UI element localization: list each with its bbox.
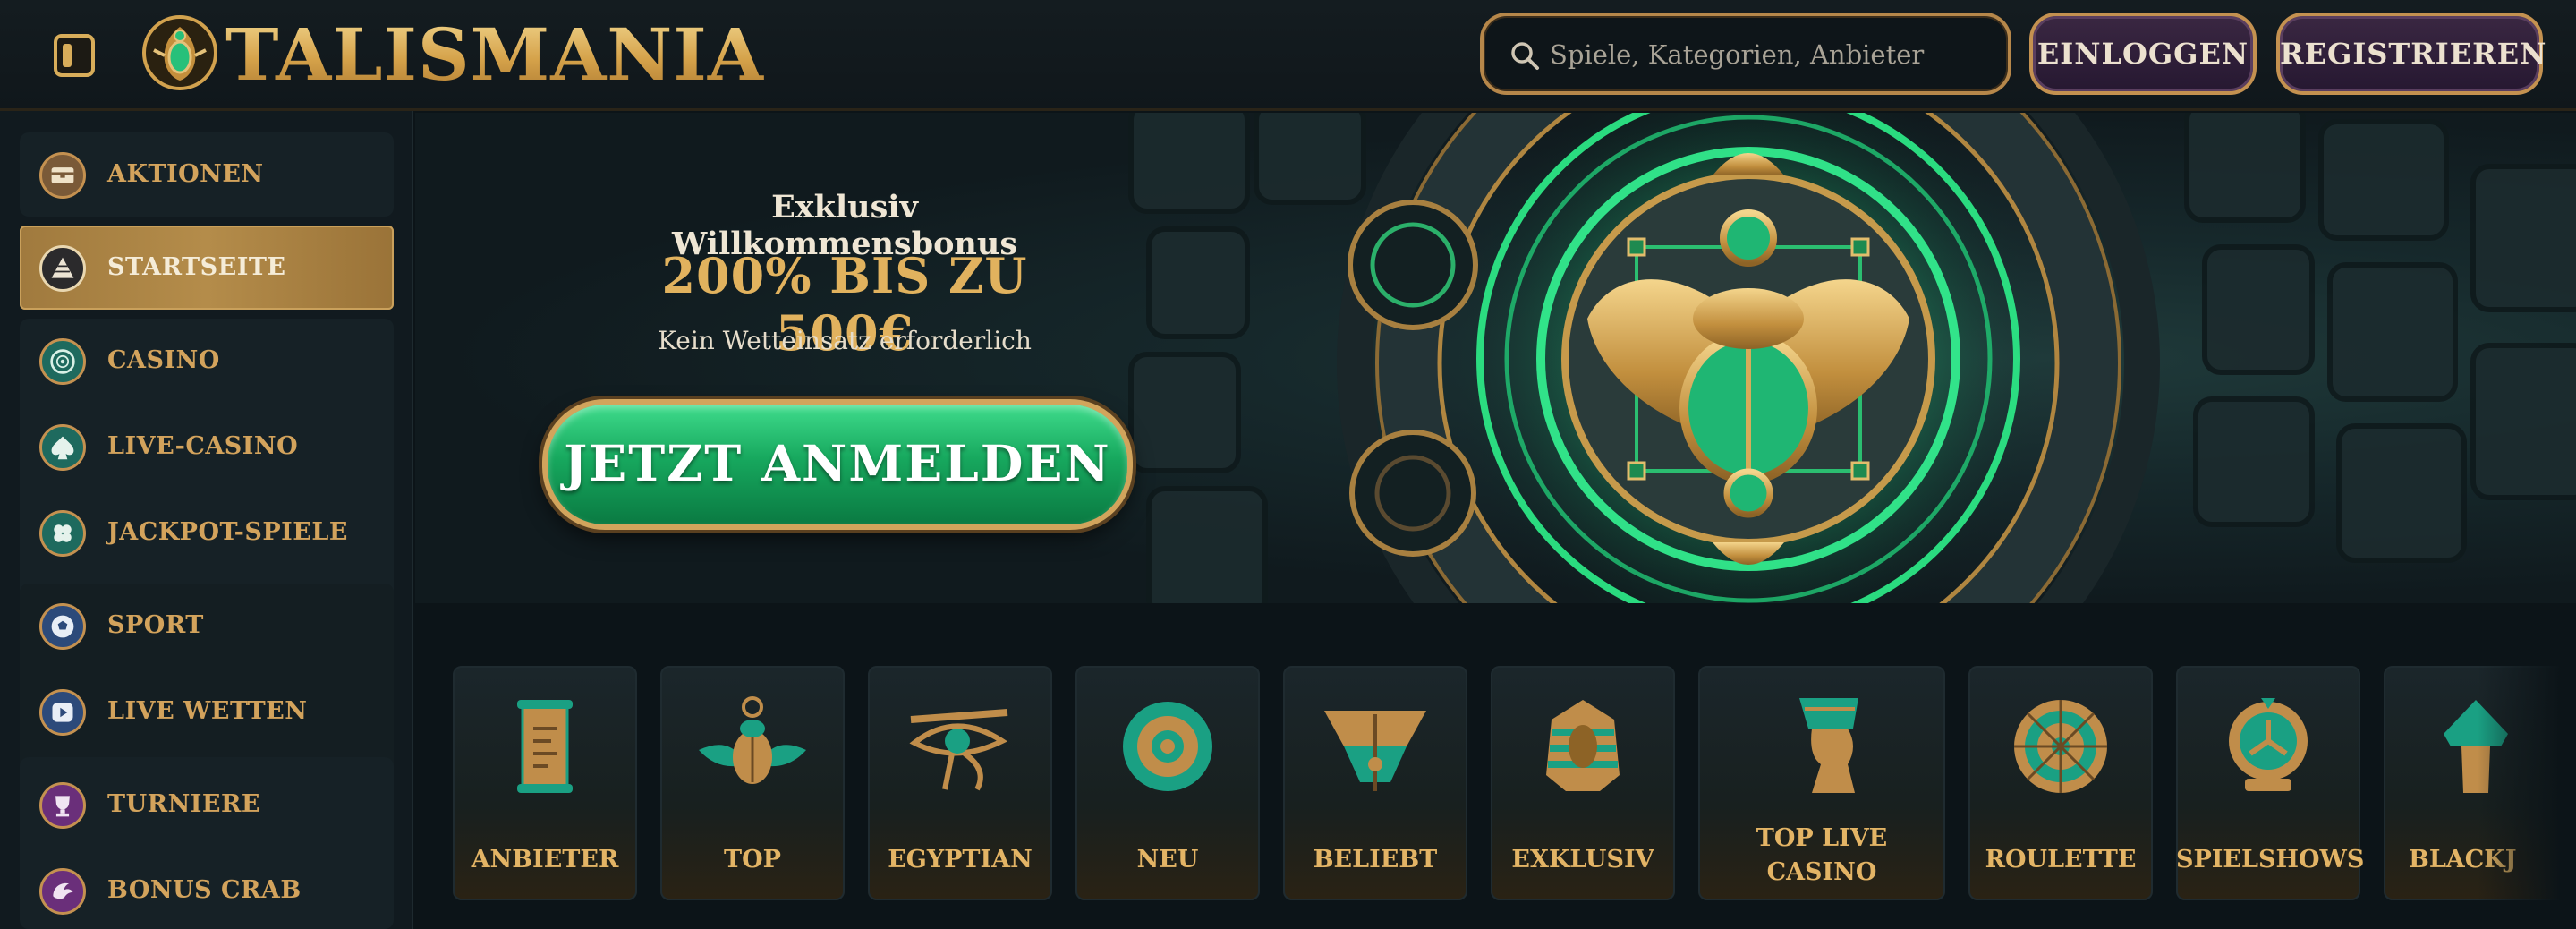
sidebar-item-label: STARTSEITE	[107, 253, 286, 281]
sidebar-item-label: SPORT	[107, 611, 204, 639]
search-icon	[1511, 42, 1539, 70]
category-label: TOP	[724, 846, 781, 874]
login-button[interactable]: EINLOGGEN	[2029, 13, 2257, 95]
winged-emblem-icon	[1324, 711, 1426, 791]
register-button[interactable]: REGISTRIEREN	[2276, 13, 2546, 95]
sidebar-item-sport[interactable]: SPORT	[20, 584, 394, 668]
category-label: ROULETTE	[1985, 846, 2137, 874]
sidebar-item-casino[interactable]: CASINO	[20, 319, 394, 403]
top-header: TALISMANIA EINLOGGEN REGISTRIEREN	[0, 0, 2576, 111]
category-neu[interactable]: NEU	[1075, 666, 1260, 900]
roulette-wheel-icon	[2014, 700, 2107, 793]
register-now-button[interactable]: JETZT ANMELDEN	[542, 399, 1133, 530]
sidebar-item-bonus-crab[interactable]: BONUS CRAB	[20, 848, 394, 929]
category-roulette[interactable]: ROULETTE	[1968, 666, 2153, 900]
scarab-icon	[699, 696, 806, 784]
eye-of-horus-icon	[909, 709, 1008, 791]
sidebar-item-label: JACKPOT-SPIELE	[107, 518, 348, 546]
category-label: ANBIETER	[471, 846, 619, 874]
category-top-live-casino[interactable]: TOP LIVE CASINO	[1698, 666, 1945, 900]
spade-icon	[39, 424, 86, 471]
pharaoh-icon	[1546, 700, 1620, 791]
welcome-bonus-banner[interactable]: Exklusiv Willkommensbonus 200% BIS ZU 50…	[415, 113, 2576, 603]
category-label: BELIEBT	[1313, 846, 1438, 874]
sidebar-item-startseite[interactable]: STARTSEITE	[20, 226, 394, 310]
sidebar-item-label: BONUS CRAB	[107, 876, 302, 904]
sidebar-item-label: LIVE-CASINO	[107, 432, 299, 460]
play-icon	[39, 689, 86, 736]
casino-chip-icon	[39, 338, 86, 385]
bonus-note-text: Kein Wetteinsatz erforderlich	[658, 326, 1032, 355]
sidebar-item-label: CASINO	[107, 346, 220, 374]
sidebar-item-aktionen[interactable]: AKTIONEN	[20, 132, 394, 217]
category-top[interactable]: TOP	[660, 666, 845, 900]
sidebar-item-label: AKTIONEN	[107, 160, 264, 188]
wheel-show-icon	[2229, 698, 2308, 791]
category-anbieter[interactable]: ANBIETER	[453, 666, 637, 900]
sidebar-item-live-wetten[interactable]: LIVE WETTEN	[20, 669, 394, 754]
category-label: EGYPTIAN	[888, 846, 1033, 874]
soccer-ball-icon	[39, 603, 86, 650]
sun-disc-icon	[1123, 702, 1212, 791]
sidebar-item-jackpot-spiele[interactable]: JACKPOT-SPIELE	[20, 490, 394, 575]
scroll-fade-overlay	[2478, 603, 2576, 929]
nefertiti-icon	[1799, 698, 1858, 793]
sidebar-toggle-icon[interactable]	[54, 34, 95, 77]
scarab-logo-icon[interactable]	[141, 14, 218, 91]
category-label: SPIELSHOWS	[2176, 846, 2365, 874]
papyrus-scroll-icon	[517, 700, 573, 793]
search-box[interactable]	[1480, 13, 2011, 95]
search-input[interactable]	[1550, 34, 1997, 75]
category-exklusiv[interactable]: EXKLUSIV	[1491, 666, 1675, 900]
category-beliebt[interactable]: BELIEBT	[1283, 666, 1467, 900]
sidebar-item-live-casino[interactable]: LIVE-CASINO	[20, 405, 394, 489]
category-spielshows[interactable]: SPIELSHOWS	[2176, 666, 2365, 900]
sidebar-item-label: TURNIERE	[107, 790, 260, 818]
category-strip: ANBIETER TOP EGYPTIAN NEU BELIEBT EXKLUS…	[415, 603, 2576, 929]
category-label: NEU	[1136, 846, 1199, 874]
trophy-icon	[39, 782, 86, 829]
sidebar: AKTIONEN STARTSEITE CASINO LIVE-CASINO J…	[0, 111, 413, 929]
crab-claw-icon	[39, 868, 86, 915]
clover-icon	[39, 510, 86, 557]
treasure-chest-icon	[39, 152, 86, 199]
category-egyptian[interactable]: EGYPTIAN	[868, 666, 1052, 900]
pyramid-icon	[39, 245, 86, 292]
category-label: EXKLUSIV	[1511, 846, 1654, 874]
category-label: TOP LIVE CASINO	[1756, 824, 1888, 886]
brand-logo-text[interactable]: TALISMANIA	[225, 7, 764, 102]
sidebar-item-turniere[interactable]: TURNIERE	[20, 763, 394, 847]
sidebar-item-label: LIVE WETTEN	[107, 697, 308, 725]
